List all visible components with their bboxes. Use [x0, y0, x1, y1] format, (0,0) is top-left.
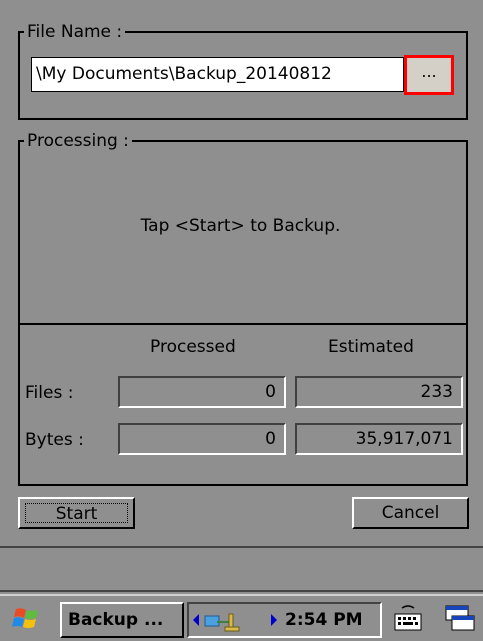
- start-button[interactable]: Start: [18, 497, 135, 529]
- backup-task-button[interactable]: Backup ...: [60, 602, 184, 638]
- clock[interactable]: 2:54 PM: [285, 604, 363, 636]
- tray-right-arrow-icon[interactable]: [271, 614, 277, 626]
- cancel-button[interactable]: Cancel: [352, 497, 469, 529]
- browse-button[interactable]: ...: [404, 55, 454, 95]
- processed-header: Processed: [150, 337, 236, 357]
- estimated-header: Estimated: [328, 337, 414, 357]
- bytes-processed-field: 0: [118, 423, 286, 455]
- processing-divider: [18, 323, 468, 325]
- files-processed-field: 0: [118, 376, 286, 408]
- bytes-label: Bytes :: [25, 430, 84, 450]
- keyboard-icon[interactable]: [390, 602, 428, 638]
- status-message: Tap <Start> to Backup.: [140, 216, 341, 236]
- network-icon[interactable]: [203, 610, 247, 634]
- start-label: Start: [55, 504, 98, 524]
- browse-label: ...: [421, 62, 437, 81]
- status-bar: [0, 546, 483, 592]
- bytes-estimated-field: 35,917,071: [295, 423, 463, 455]
- files-estimated-field: 233: [295, 376, 463, 408]
- files-label: Files :: [25, 383, 74, 403]
- taskbar: Backup ... 2:54 PM: [0, 594, 483, 640]
- windows-flag-icon[interactable]: [10, 604, 44, 634]
- system-tray: 2:54 PM: [187, 602, 382, 638]
- file-name-title: File Name :: [24, 22, 126, 42]
- processing-title: Processing :: [24, 131, 132, 151]
- file-path-input[interactable]: \My Documents\Backup_20140812: [31, 57, 404, 92]
- start-focus-rect: Start: [25, 503, 128, 524]
- tray-left-arrow-icon[interactable]: [193, 614, 199, 626]
- switch-window-icon[interactable]: [438, 602, 478, 638]
